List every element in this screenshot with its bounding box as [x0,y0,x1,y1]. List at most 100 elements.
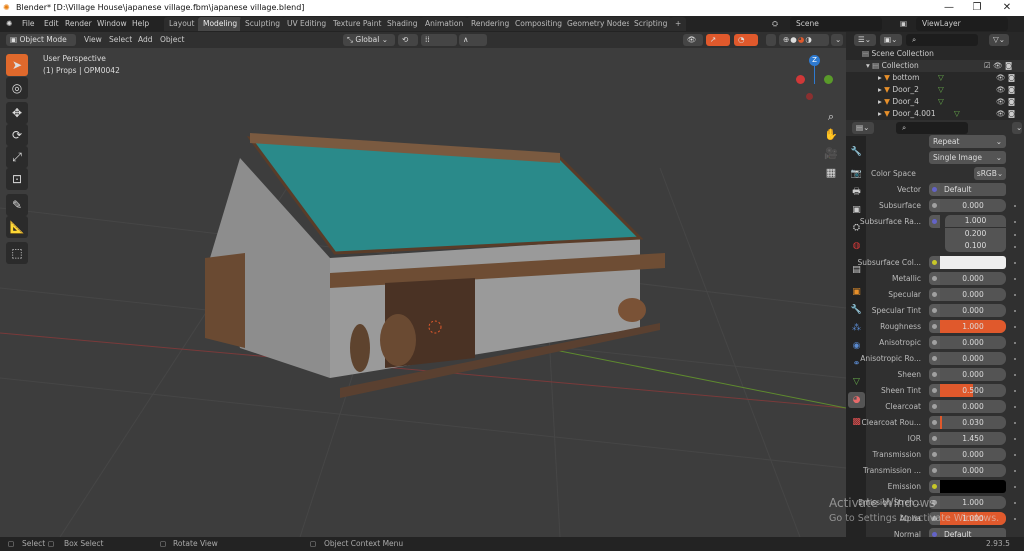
overlay-toggle-icon[interactable]: ◔ [734,34,758,46]
socket-icon[interactable] [929,199,940,212]
outliner-scene-collection[interactable]: ▤ Scene Collection [846,48,1024,60]
material-tab-icon[interactable]: ◕ [848,392,865,408]
display-mode-icon[interactable]: ☰⌄ [854,34,876,46]
minimize-button[interactable]: — [934,0,964,16]
menu-edit[interactable]: Edit [44,16,59,32]
move-tool-icon[interactable]: ✥ [6,102,28,124]
scene-selector[interactable]: Scene [790,17,882,31]
tab-rendering[interactable]: Rendering [466,17,515,31]
socket-icon[interactable] [929,215,940,228]
tool-tab-icon[interactable]: 🔧 [848,144,865,160]
outliner-item[interactable]: ▸ ▼ Door_4.001 ▽ 👁 ◙ [846,108,1024,120]
socket-icon[interactable] [929,496,940,509]
emission-strength-field[interactable]: 1.000 [940,496,1006,509]
prop-sheen-tint-field[interactable]: 0.500 [940,384,1006,397]
socket-icon[interactable] [929,384,940,397]
keyframe-dot[interactable] [1014,310,1016,312]
menu-render[interactable]: Render [65,16,92,32]
keyframe-dot[interactable] [1014,486,1016,488]
tab-texture-paint[interactable]: Texture Paint [328,17,387,31]
tab-scripting[interactable]: Scripting [629,17,673,31]
scale-tool-icon[interactable]: ⤢ [6,146,28,168]
socket-icon[interactable] [929,352,940,365]
navigation-gizmo[interactable]: Z [790,53,840,103]
outliner-collection[interactable]: ▾ ▤ Collection ☑ 👁 ◙ [846,60,1024,72]
prop-sheen-field[interactable]: 0.000 [940,368,1006,381]
restore-button[interactable]: ❐ [962,0,992,16]
keyframe-dot[interactable] [1014,422,1016,424]
view-layer-selector[interactable]: ViewLayer [916,17,1008,31]
subsurface-color-swatch[interactable] [940,256,1006,269]
tab-sculpting[interactable]: Sculpting [240,17,286,31]
socket-icon[interactable] [929,416,940,429]
keyframe-dot[interactable] [1014,358,1016,360]
z-axis-icon[interactable]: Z [809,55,820,66]
3d-viewport[interactable]: ➤ ◎ ✥ ⟳ ⤢ ⊡ ✎ 📐 ⬚ User Perspective (1) P… [0,48,846,537]
socket-icon[interactable] [929,400,940,413]
proportional-edit-icon[interactable]: ∧ [459,34,487,46]
keyframe-dot[interactable] [1014,294,1016,296]
vector-field[interactable]: Default [940,183,1006,196]
keyframe-dot[interactable] [1014,390,1016,392]
socket-icon[interactable] [929,368,940,381]
keyframe-dot[interactable] [1014,278,1016,280]
prop-specular-field[interactable]: 0.000 [940,288,1006,301]
prop-transmission-field[interactable]: 0.000 [940,448,1006,461]
prop-anisotropic-ro-field[interactable]: 0.000 [940,352,1006,365]
socket-icon[interactable] [929,512,940,525]
socket-icon[interactable] [929,288,940,301]
view-layer-icon[interactable]: ▣ [900,16,907,32]
prop-clearcoat-field[interactable]: 0.000 [940,400,1006,413]
scene-icon[interactable]: ⛭ [772,16,778,32]
close-button[interactable]: ✕ [992,0,1022,16]
keyframe-dot[interactable] [1014,233,1016,236]
mode-selector[interactable]: ▣ Object Mode ⌄ [6,34,76,56]
keyframe-dot[interactable] [1014,406,1016,408]
world-tab-icon[interactable]: ◍ [848,238,865,254]
grid-perspective-icon[interactable]: ▦ [822,164,840,182]
alpha-field[interactable]: 1.000 [940,512,1006,525]
properties-search-input[interactable]: ⌕ [896,122,968,134]
keyframe-dot[interactable] [1014,454,1016,456]
socket-icon[interactable] [929,304,940,317]
prop-transmission-field[interactable]: 0.000 [940,464,1006,477]
subsurface-field[interactable]: 0.000 [940,199,1006,212]
menu-file[interactable]: File [22,16,35,32]
keyframe-dot[interactable] [1014,246,1016,248]
shading-modes[interactable]: ⊕●◕◑ [779,34,829,46]
subsurface-radius-field[interactable]: 0.200 [945,227,1006,240]
socket-icon[interactable] [929,464,940,477]
menu-select[interactable]: Select [109,32,132,48]
socket-icon[interactable] [929,183,940,196]
extension-dropdown[interactable]: Repeat ⌄ [929,135,1006,148]
prop-metallic-field[interactable]: 0.000 [940,272,1006,285]
keyframe-dot[interactable] [1014,221,1016,223]
menu-help[interactable]: Help [132,16,149,32]
editor-type-icon[interactable]: ▤⌄ [852,122,874,134]
socket-icon[interactable] [929,272,940,285]
socket-icon[interactable] [929,336,940,349]
blender-menu-icon[interactable]: ✺ [6,16,12,32]
subsurface-radius-field[interactable]: 0.100 [945,240,1006,252]
outliner-item[interactable]: ▸ ▼ Door_2 ▽ 👁 ◙ [846,84,1024,96]
emission-color-swatch[interactable] [940,480,1006,493]
shading-dropdown-icon[interactable]: ⌄ [831,34,843,46]
transform-tool-icon[interactable]: ⊡ [6,168,28,190]
menu-add[interactable]: Add [138,32,153,48]
prop-ior-field[interactable]: 1.450 [940,432,1006,445]
particles-tab-icon[interactable]: ⁂ [848,320,865,336]
data-tab-icon[interactable]: ▽ [848,374,865,390]
prop-roughness-field[interactable]: 1.000 [940,320,1006,333]
snap-icon[interactable]: ⁞⁞ [421,34,457,46]
prop-clearcoat-rou-field[interactable]: 0.030 [940,416,1006,429]
pan-hand-icon[interactable]: ✋ [822,126,840,144]
menu-object[interactable]: Object [160,32,184,48]
measure-tool-icon[interactable]: 📐 [6,216,28,238]
tab-animation[interactable]: Animation [420,17,469,31]
prop-anisotropic-field[interactable]: 0.000 [940,336,1006,349]
add-cube-tool-icon[interactable]: ⬚ [6,242,28,264]
filter-view-icon[interactable]: ▣⌄ [880,34,902,46]
outliner-item[interactable]: ▸ ▼ Door_4 ▽ 👁 ◙ [846,96,1024,108]
gizmo-toggle-icon[interactable]: ↗ [706,34,730,46]
keyframe-dot[interactable] [1014,502,1016,504]
